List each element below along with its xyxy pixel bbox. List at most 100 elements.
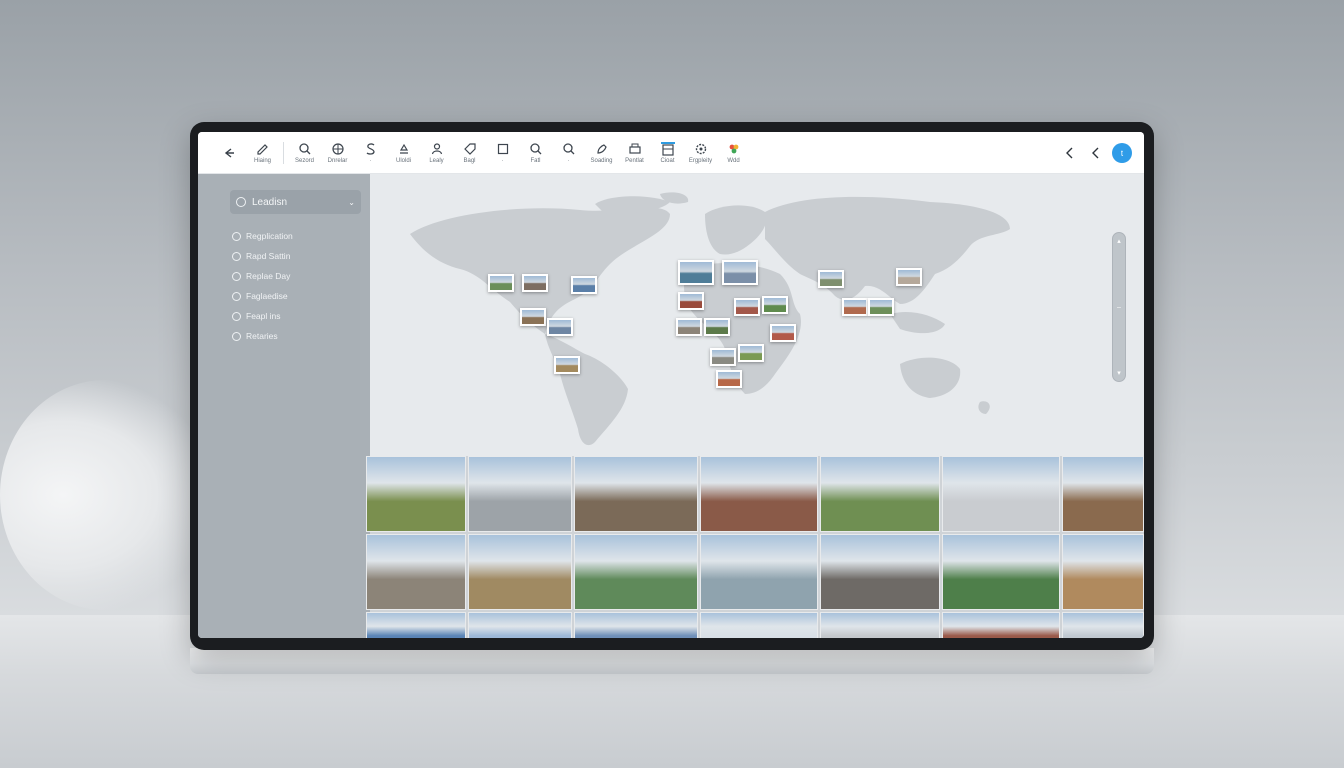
map-photo-pin-north-america[interactable] <box>488 274 514 292</box>
map-photo-pin-africa[interactable] <box>676 318 702 336</box>
strike-button[interactable]: · <box>354 136 387 170</box>
map-photo-pin-north-america[interactable] <box>571 276 597 294</box>
frame-button[interactable]: · <box>486 136 519 170</box>
toolbar-button-label: Pentlat <box>625 157 644 164</box>
search-button[interactable]: Sezord <box>288 136 321 170</box>
brush-icon <box>595 142 609 156</box>
map-photo-pin-europe[interactable] <box>678 260 715 286</box>
toolbar-button-label: Bagl <box>463 157 476 164</box>
gallery-photo[interactable] <box>1062 456 1144 532</box>
sidebar-section-header[interactable]: Leadisn ⌄ <box>230 190 361 214</box>
map-photo-pin-europe[interactable] <box>678 292 704 310</box>
upload-button[interactable]: Uloldi <box>387 136 420 170</box>
sidebar-item[interactable]: Feapl ins <box>232 306 370 326</box>
gallery-photo[interactable] <box>820 456 940 532</box>
layout-icon <box>660 141 675 156</box>
nav-prev-button[interactable] <box>1086 143 1106 163</box>
edit-icon <box>256 142 270 156</box>
zoom-button[interactable]: Fatl <box>519 136 552 170</box>
arrow-left-icon <box>224 147 234 158</box>
app-screen: Hiaing Sezord Dnrelar · Uloldi Lealy Bagl · Fatl… <box>198 132 1144 638</box>
tag-icon <box>463 142 477 156</box>
toolbar-button-label: Soading <box>590 157 613 164</box>
map-photo-pin-europe[interactable] <box>762 296 788 314</box>
sidebar-item-label: Rapd Sattin <box>246 251 291 261</box>
map-photo-pin-africa[interactable] <box>770 324 796 342</box>
map-photo-pin-europe[interactable] <box>722 260 759 286</box>
gallery-photo[interactable] <box>1062 534 1144 610</box>
search-2-icon <box>562 142 576 156</box>
toolbar: Hiaing Sezord Dnrelar · Uloldi Lealy Bagl · Fatl… <box>198 132 1144 174</box>
chevron-down-icon: ⌄ <box>348 197 355 207</box>
gallery-photo[interactable] <box>700 534 818 610</box>
background-glow <box>0 380 210 610</box>
edit-button[interactable]: Hiaing <box>246 136 279 170</box>
map-photo-pin-asia[interactable] <box>818 270 844 288</box>
settings-button[interactable]: Ergpleity <box>684 136 717 170</box>
map-photo-pin-asia[interactable] <box>842 298 868 316</box>
gallery-photo[interactable] <box>468 534 572 610</box>
avatar[interactable]: t <box>1112 143 1132 163</box>
toolbar-right: t <box>1060 132 1132 174</box>
brush-button[interactable]: Soading <box>585 136 618 170</box>
search-2-button[interactable]: · <box>552 136 585 170</box>
gallery-photo[interactable] <box>942 612 1060 638</box>
sidebar-item[interactable]: Regplication <box>232 226 370 246</box>
gallery-photo[interactable] <box>820 534 940 610</box>
world-map[interactable]: ▴ – ▾ <box>370 174 1144 456</box>
gallery-photo[interactable] <box>1062 612 1144 638</box>
print-icon <box>628 142 642 156</box>
sidebar: Leadisn ⌄ Regplication Rapd Sattin Replae … <box>198 174 370 638</box>
map-photo-pin-europe[interactable] <box>734 298 760 316</box>
gallery-photo[interactable] <box>942 534 1060 610</box>
sidebar-item-label: Faglaedise <box>246 291 288 301</box>
person-button[interactable]: Lealy <box>420 136 453 170</box>
toolbar-button-label: Fatl <box>530 157 541 164</box>
map-photo-pin-africa[interactable] <box>710 348 736 366</box>
back-button[interactable] <box>212 147 246 159</box>
chevron-left-icon <box>1066 147 1073 159</box>
gallery-photo[interactable] <box>700 612 818 638</box>
gallery-photo[interactable] <box>700 456 818 532</box>
map-photo-pin-north-america[interactable] <box>520 308 546 326</box>
sidebar-item[interactable]: Replae Day <box>232 266 370 286</box>
scroll-thumb[interactable]: – <box>1117 304 1121 311</box>
toolbar-button-label: · <box>501 157 504 164</box>
gallery-photo[interactable] <box>468 456 572 532</box>
scroll-down-icon[interactable]: ▾ <box>1117 369 1121 377</box>
sidebar-item[interactable]: Retaries <box>232 326 370 346</box>
gallery-photo[interactable] <box>574 456 698 532</box>
gallery-photo[interactable] <box>942 456 1060 532</box>
scroll-up-icon[interactable]: ▴ <box>1117 237 1121 245</box>
map-photo-pin-asia[interactable] <box>868 298 894 316</box>
nav-back-button[interactable] <box>1060 143 1080 163</box>
sidebar-item-label: Feapl ins <box>246 311 281 321</box>
strike-icon <box>364 142 378 156</box>
map-photo-pin-south-america[interactable] <box>554 356 580 374</box>
globe-button[interactable]: Dnrelar <box>321 136 354 170</box>
clock-icon <box>232 331 241 341</box>
layout-button[interactable]: Cioat <box>651 136 684 170</box>
map-photo-pin-asia[interactable] <box>896 268 922 286</box>
print-button[interactable]: Pentlat <box>618 136 651 170</box>
globe-icon <box>331 142 345 156</box>
sidebar-item[interactable]: Rapd Sattin <box>232 246 370 266</box>
map-photo-pin-africa[interactable] <box>704 318 730 336</box>
gallery-photo[interactable] <box>366 612 466 638</box>
gallery-photo[interactable] <box>366 456 466 532</box>
gallery-photo[interactable] <box>366 534 466 610</box>
clock-icon <box>232 271 241 281</box>
map-zoom-scrollbar[interactable]: ▴ – ▾ <box>1112 232 1126 382</box>
gallery-photo[interactable] <box>574 534 698 610</box>
gallery-photo[interactable] <box>574 612 698 638</box>
tag-button[interactable]: Bagl <box>453 136 486 170</box>
palette-button[interactable]: Wdd <box>717 136 750 170</box>
map-photo-pin-central-america[interactable] <box>547 318 573 336</box>
toolbar-button-label: Wdd <box>727 157 740 164</box>
map-photo-pin-africa[interactable] <box>738 344 764 362</box>
sidebar-item[interactable]: Faglaedise <box>232 286 370 306</box>
gallery-photo[interactable] <box>820 612 940 638</box>
map-photo-pin-africa[interactable] <box>716 370 742 388</box>
map-photo-pin-north-america[interactable] <box>522 274 548 292</box>
gallery-photo[interactable] <box>468 612 572 638</box>
